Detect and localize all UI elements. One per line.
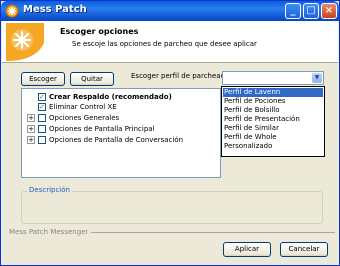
footer-brand: Mess Patch Messenger (9, 228, 92, 236)
expand-icon[interactable]: + (27, 125, 35, 133)
page-title: Escoger opciones (60, 27, 139, 36)
profile-label: Escoger perfil de parcheado (131, 72, 230, 80)
profile-option[interactable]: Perfil de Presentación (223, 115, 323, 124)
tree-item-label: Crear Respaldo (recomendado) (49, 93, 172, 101)
tree-item[interactable]: ✓ Crear Respaldo (recomendado) (22, 92, 220, 102)
description-box (21, 191, 323, 224)
expand-icon[interactable]: + (27, 114, 35, 122)
chevron-down-icon[interactable]: ▼ (312, 73, 322, 83)
page-subtitle: Se escoje las opciones de parcheo que de… (72, 40, 257, 48)
checkbox[interactable] (38, 125, 46, 133)
tree-item-label: Opciones Generales (49, 114, 120, 122)
expand-icon[interactable]: + (27, 136, 35, 144)
logo-icon (6, 23, 44, 61)
description-label: Descripción (27, 186, 72, 194)
cancel-button[interactable]: Cancelar (280, 242, 328, 257)
select-button[interactable]: Escoger (21, 72, 65, 86)
tree-item[interactable]: + Opciones de Pantalla Principal (22, 124, 220, 134)
profile-option[interactable]: Perfil de Lavenn (223, 88, 323, 97)
tree-item-label: Opciones de Pantalla de Conversación (49, 136, 184, 144)
options-tree[interactable]: ✓ Crear Respaldo (recomendado) ✓ Elimina… (21, 88, 221, 178)
apply-button[interactable]: Aplicar (223, 242, 271, 257)
main-window: Mess Patch _ □ × Escoger opciones Se esc… (0, 0, 340, 266)
profile-option[interactable]: Perfil de Pociones (223, 97, 323, 106)
tree-item-label: Opciones de Pantalla Principal (49, 125, 155, 133)
checkbox[interactable]: ✓ (38, 103, 46, 111)
profile-select[interactable]: ▼ (222, 71, 324, 85)
profile-dropdown-list[interactable]: Perfil de Lavenn Perfil de Pociones Perf… (221, 86, 325, 157)
tree-item[interactable]: + Opciones de Pantalla de Conversación (22, 135, 220, 145)
minimize-button[interactable]: _ (285, 3, 301, 19)
profile-option[interactable]: Perfil de Bolsillo (223, 106, 323, 115)
window-title: Mess Patch (23, 4, 87, 15)
checkbox[interactable]: ✓ (38, 93, 46, 101)
header-panel: Escoger opciones Se escoje las opciones … (2, 21, 338, 63)
tree-item[interactable]: ✓ Eliminar Control XE (22, 102, 220, 112)
close-button[interactable]: × (321, 3, 337, 19)
profile-option[interactable]: Perfil de Similar (223, 124, 323, 133)
tree-item-label: Eliminar Control XE (49, 103, 117, 111)
title-bar[interactable]: Mess Patch _ □ × (1, 1, 339, 21)
clear-button[interactable]: Quitar (70, 72, 114, 86)
profile-option[interactable]: Perfil de Whole (223, 133, 323, 142)
checkbox[interactable] (38, 114, 46, 122)
app-icon (5, 4, 19, 18)
maximize-button[interactable]: □ (303, 3, 319, 19)
tree-item[interactable]: + Opciones Generales (22, 113, 220, 123)
checkbox[interactable] (38, 136, 46, 144)
profile-option[interactable]: Personalizado (223, 142, 323, 151)
